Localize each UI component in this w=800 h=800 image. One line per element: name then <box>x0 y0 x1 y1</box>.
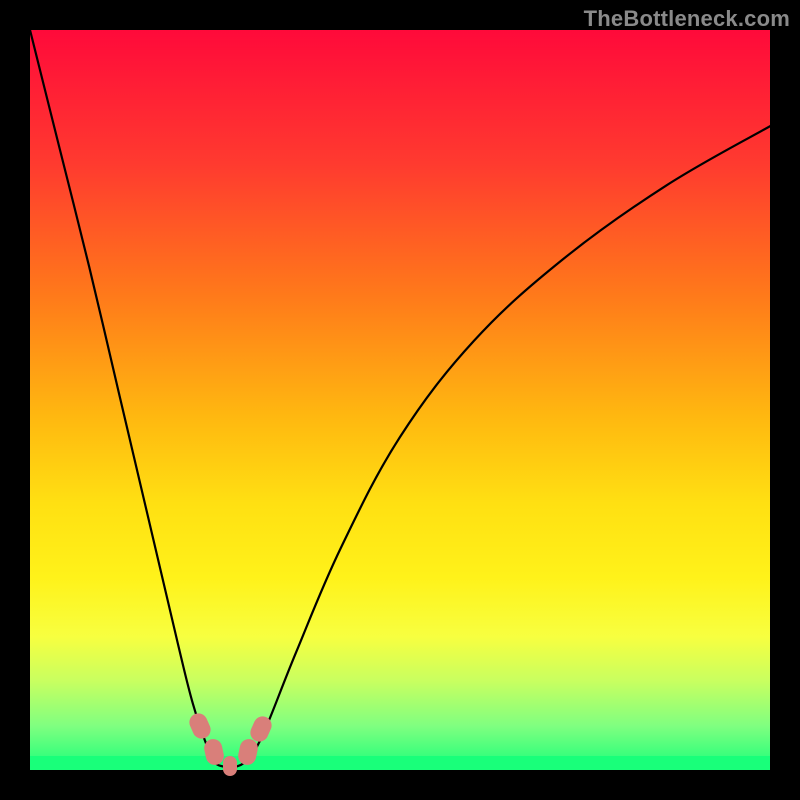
watermark-text: TheBottleneck.com <box>584 6 790 32</box>
curve-layer <box>30 30 770 770</box>
bottleneck-curve <box>30 30 770 767</box>
chart-frame: TheBottleneck.com <box>0 0 800 800</box>
dip-marker <box>223 756 237 776</box>
plot-area <box>30 30 770 770</box>
